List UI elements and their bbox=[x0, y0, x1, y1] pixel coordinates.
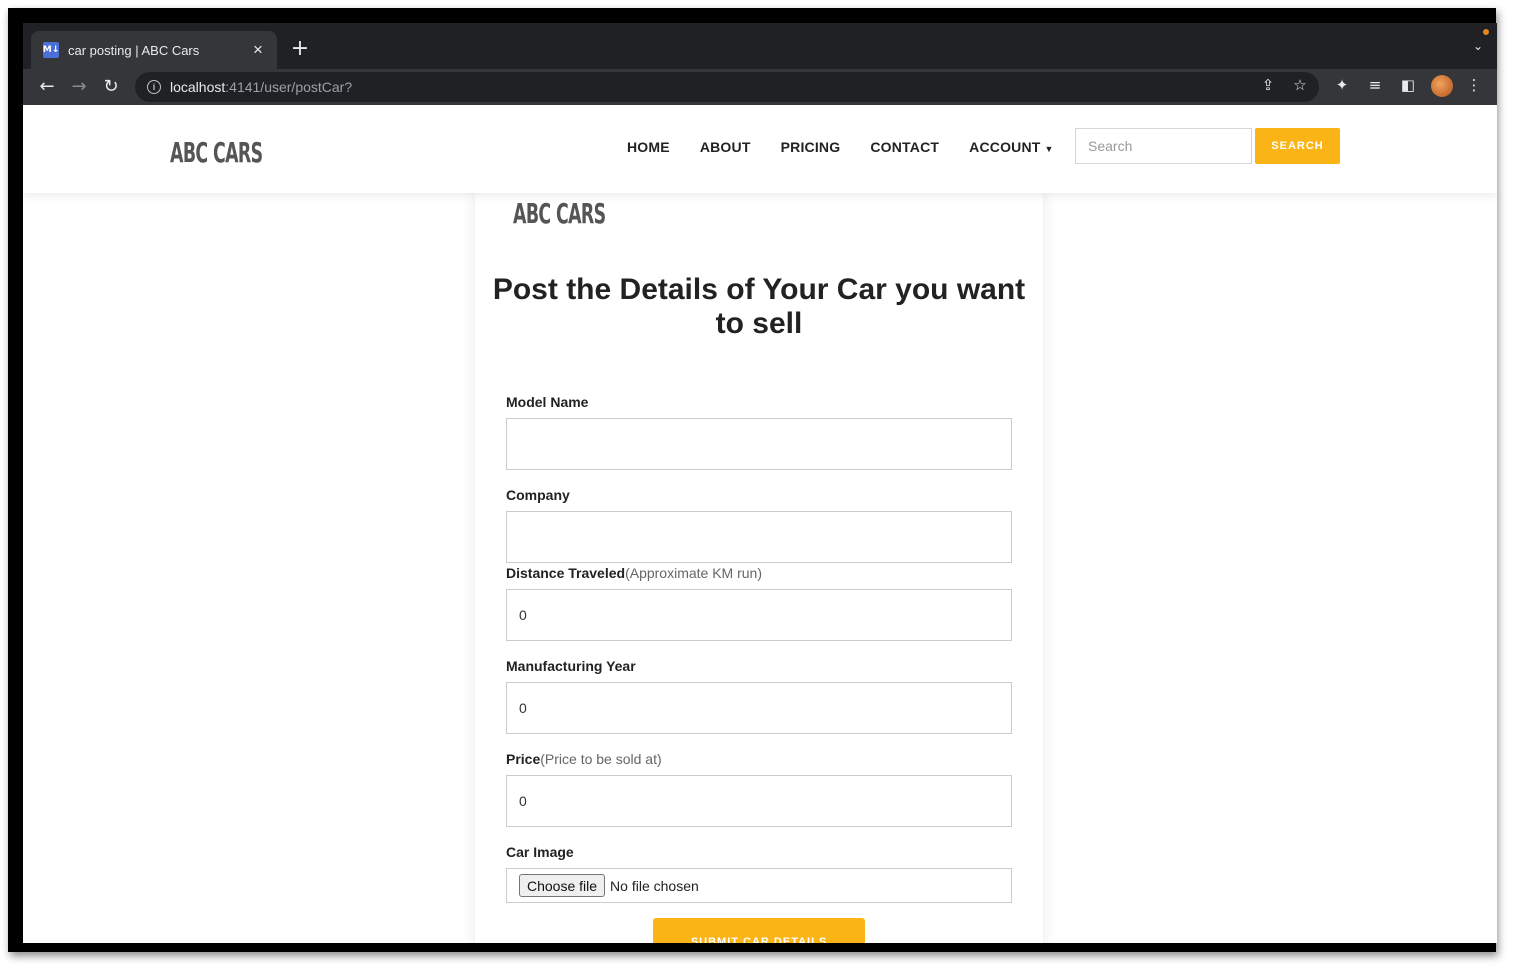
browser-toolbar: ← → ↻ i localhost:4141/user/postCar? ⇪ ☆… bbox=[23, 69, 1497, 105]
nav-contact[interactable]: CONTACT bbox=[870, 139, 939, 155]
new-tab-icon[interactable]: + bbox=[288, 36, 312, 61]
url-host: localhost bbox=[170, 79, 226, 95]
car-image-file-input[interactable]: Choose file No file chosen bbox=[506, 868, 1012, 903]
browser-window: M↓ car posting | ABC Cars × + ⌄ ← → ↻ i … bbox=[23, 23, 1497, 943]
model-name-label: Model Name bbox=[506, 394, 588, 410]
year-label-text: Manufacturing Year bbox=[506, 658, 636, 674]
company-label-text: Company bbox=[506, 487, 570, 503]
close-tab-icon[interactable]: × bbox=[249, 40, 267, 60]
car-image-label: Car Image bbox=[506, 844, 574, 860]
reload-icon[interactable]: ↻ bbox=[99, 75, 123, 99]
star-bookmark-icon[interactable]: ☆ bbox=[1289, 76, 1311, 94]
reading-list-icon[interactable]: ≡ bbox=[1364, 76, 1386, 94]
year-input[interactable] bbox=[506, 682, 1012, 734]
window-frame: M↓ car posting | ABC Cars × + ⌄ ← → ↻ i … bbox=[8, 8, 1497, 952]
share-icon[interactable]: ⇪ bbox=[1257, 76, 1279, 94]
distance-hint: (Approximate KM run) bbox=[625, 565, 762, 581]
extensions-puzzle-icon[interactable]: ✦ bbox=[1331, 76, 1353, 94]
price-input[interactable] bbox=[506, 775, 1012, 827]
profile-avatar[interactable] bbox=[1431, 75, 1453, 97]
year-label: Manufacturing Year bbox=[506, 658, 636, 674]
distance-label-text: Distance Traveled bbox=[506, 565, 626, 581]
nav-pricing[interactable]: PRICING bbox=[781, 139, 841, 155]
main-nav: HOME ABOUT PRICING CONTACT ACCOUNT ▼ bbox=[627, 139, 1084, 155]
search-button[interactable]: SEARCH bbox=[1255, 128, 1340, 164]
back-arrow-icon[interactable]: ← bbox=[35, 75, 59, 99]
forward-arrow-icon[interactable]: → bbox=[67, 75, 91, 99]
nav-home[interactable]: HOME bbox=[627, 139, 670, 155]
nav-account[interactable]: ACCOUNT ▼ bbox=[969, 139, 1054, 155]
form-logo: ABC CARS bbox=[513, 197, 606, 230]
price-label-text: Price bbox=[506, 751, 541, 767]
model-name-label-text: Model Name bbox=[506, 394, 589, 410]
submit-car-details-button[interactable]: SUBMIT CAR DETAILS bbox=[653, 918, 865, 943]
tab-title: car posting | ABC Cars bbox=[68, 42, 200, 58]
search-input[interactable] bbox=[1075, 128, 1252, 164]
browser-tab[interactable]: M↓ car posting | ABC Cars × bbox=[31, 31, 277, 69]
distance-input[interactable] bbox=[506, 589, 1012, 641]
notification-dot bbox=[1483, 29, 1489, 35]
markdown-favicon-icon: M↓ bbox=[43, 42, 59, 58]
company-label: Company bbox=[506, 487, 570, 503]
distance-label: Distance Traveled(Approximate KM run) bbox=[506, 565, 762, 581]
site-header: ABC CARS HOME ABOUT PRICING CONTACT ACCO… bbox=[23, 105, 1497, 193]
address-bar[interactable]: i localhost:4141/user/postCar? ⇪ ☆ bbox=[135, 72, 1319, 102]
url-path: :4141/user/postCar? bbox=[225, 79, 353, 95]
post-car-form: ABC CARS Post the Details of Your Car yo… bbox=[475, 191, 1043, 943]
side-panel-icon[interactable]: ◧ bbox=[1397, 76, 1419, 94]
caret-down-icon: ▼ bbox=[1044, 144, 1054, 154]
kebab-menu-icon[interactable]: ⋮ bbox=[1463, 76, 1485, 94]
tab-strip: M↓ car posting | ABC Cars × + ⌄ bbox=[23, 23, 1497, 69]
nav-about[interactable]: ABOUT bbox=[700, 139, 751, 155]
info-icon[interactable]: i bbox=[147, 80, 161, 94]
price-label: Price(Price to be sold at) bbox=[506, 751, 662, 767]
nav-account-label: ACCOUNT bbox=[969, 139, 1041, 155]
price-hint: (Price to be sold at) bbox=[540, 751, 662, 767]
file-status: No file chosen bbox=[610, 877, 699, 894]
company-input[interactable] bbox=[506, 511, 1012, 563]
model-name-input[interactable] bbox=[506, 418, 1012, 470]
web-page: ABC CARS HOME ABOUT PRICING CONTACT ACCO… bbox=[23, 105, 1497, 943]
form-title: Post the Details of Your Car you want to… bbox=[492, 273, 1026, 340]
site-logo[interactable]: ABC CARS bbox=[170, 136, 263, 169]
chevron-down-icon[interactable]: ⌄ bbox=[1473, 39, 1483, 53]
choose-file-button[interactable]: Choose file bbox=[519, 874, 606, 897]
